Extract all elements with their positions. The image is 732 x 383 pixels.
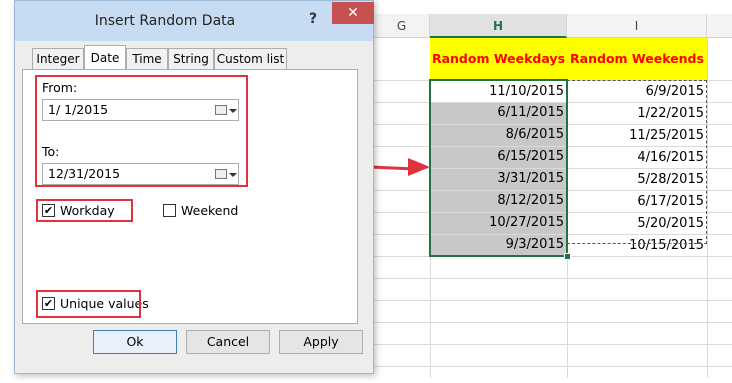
column-header-g[interactable]: G (374, 14, 430, 38)
close-button[interactable]: ✕ (332, 2, 374, 24)
header-cell-random-weekdays[interactable]: Random Weekdays (430, 38, 567, 80)
column-header-h[interactable]: H (430, 14, 567, 38)
arrow-head (408, 158, 430, 176)
fill-handle[interactable] (564, 253, 571, 260)
highlight-workday (36, 199, 133, 222)
weekend-checkbox[interactable] (163, 204, 176, 217)
grid-line (707, 38, 708, 378)
help-button[interactable]: ? (305, 9, 321, 29)
title-bar[interactable]: Insert Random Data ? ✕ (15, 1, 374, 41)
column-header-i[interactable]: I (567, 14, 707, 38)
apply-button[interactable]: Apply (279, 330, 363, 354)
dialog-title: Insert Random Data (94, 13, 236, 29)
tab-string[interactable]: String (168, 48, 214, 70)
tab-date[interactable]: Date (84, 45, 126, 71)
grid-line (374, 344, 732, 345)
ok-button[interactable]: Ok (93, 330, 177, 354)
copy-marquee (567, 80, 707, 244)
grid-line (374, 322, 732, 323)
grid-line (374, 278, 732, 279)
tab-integer[interactable]: Integer (32, 48, 84, 70)
highlight-unique-values (36, 290, 141, 318)
tab-time[interactable]: Time (126, 48, 168, 70)
weekend-label[interactable]: Weekend (181, 203, 238, 218)
cancel-button[interactable]: Cancel (186, 330, 270, 354)
grid-line (374, 366, 732, 367)
selection-range[interactable] (429, 79, 568, 257)
highlight-date-range (35, 75, 248, 187)
header-cell-random-weekends[interactable]: Random Weekends (567, 38, 707, 80)
tab-custom-list[interactable]: Custom list (214, 48, 287, 70)
spreadsheet: G H I Random Weekdays Random Weekends 11… (374, 0, 732, 383)
grid-line (374, 300, 732, 301)
column-header-j[interactable] (707, 14, 732, 38)
